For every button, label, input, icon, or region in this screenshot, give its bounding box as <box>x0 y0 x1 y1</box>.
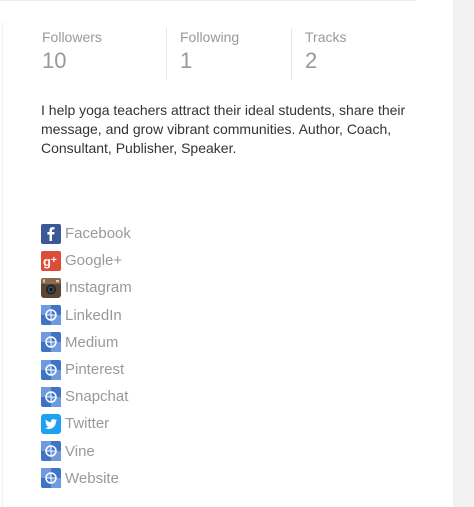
social-link-twitter[interactable]: Twitter <box>41 413 110 434</box>
left-divider <box>2 22 3 507</box>
stat-value: 10 <box>42 48 67 73</box>
list-item: Twitter <box>41 410 341 437</box>
social-link-google-plus[interactable]: g + Google+ <box>41 250 123 271</box>
svg-text:+: + <box>51 255 57 266</box>
list-item: Facebook <box>41 220 341 247</box>
list-item: Medium <box>41 329 341 356</box>
generic-link-icon <box>41 441 61 462</box>
stat-following[interactable]: Following 1 <box>166 28 304 80</box>
list-item: Pinterest <box>41 356 341 383</box>
social-link-label: Instagram <box>65 279 132 297</box>
social-link-snapchat[interactable]: Snapchat <box>41 386 129 407</box>
social-link-instagram[interactable]: Instagram <box>41 277 132 298</box>
social-link-label: Medium <box>65 333 119 351</box>
generic-link-icon <box>41 332 61 353</box>
stat-value: 2 <box>305 48 318 73</box>
twitter-icon <box>41 413 61 434</box>
social-link-vine[interactable]: Vine <box>41 441 95 462</box>
social-links-list: Facebook g+ Google+ Instagram LinkedIn <box>41 220 341 492</box>
stat-label: Tracks <box>305 29 347 45</box>
social-link-linkedin[interactable]: LinkedIn <box>41 305 122 326</box>
social-link-website[interactable]: Website <box>41 468 119 489</box>
stat-followers[interactable]: Followers 10 <box>42 28 166 80</box>
generic-link-icon <box>41 386 61 407</box>
generic-link-icon <box>41 305 61 326</box>
svg-text:g: g <box>43 254 51 269</box>
stat-label: Followers <box>42 29 102 45</box>
profile-stats: Followers 10 Following 1 Tracks 2 <box>27 24 427 80</box>
list-item: Snapchat <box>41 383 341 410</box>
social-link-facebook[interactable]: Facebook <box>41 223 131 244</box>
social-link-label: Facebook <box>65 225 131 243</box>
google-plus-icon: g + <box>41 250 61 271</box>
list-item: Website <box>41 465 341 492</box>
generic-link-icon <box>41 359 61 380</box>
social-link-label: Vine <box>65 442 95 460</box>
social-link-label: Website <box>65 469 119 487</box>
profile-bio: I help yoga teachers attract their ideal… <box>41 102 406 156</box>
stat-label: Following <box>180 29 240 45</box>
right-scroll-rail[interactable] <box>453 0 474 507</box>
social-link-label: Twitter <box>65 415 110 433</box>
social-link-label: Snapchat <box>65 388 129 406</box>
list-item: LinkedIn <box>41 302 341 329</box>
list-item: g + Google+ <box>41 247 341 274</box>
list-item: Instagram <box>41 274 341 301</box>
list-item: Vine <box>41 438 341 465</box>
stat-value: 1 <box>180 48 193 73</box>
stat-tracks[interactable]: Tracks 2 <box>291 28 429 80</box>
social-link-label: Google+ <box>65 252 123 270</box>
generic-link-icon <box>41 468 61 489</box>
facebook-icon <box>41 223 61 244</box>
social-link-label: LinkedIn <box>65 306 122 324</box>
social-link-label: Pinterest <box>65 361 125 379</box>
instagram-icon <box>41 277 61 298</box>
social-link-pinterest[interactable]: Pinterest <box>41 359 125 380</box>
social-link-medium[interactable]: Medium <box>41 332 119 353</box>
top-divider <box>0 0 416 1</box>
